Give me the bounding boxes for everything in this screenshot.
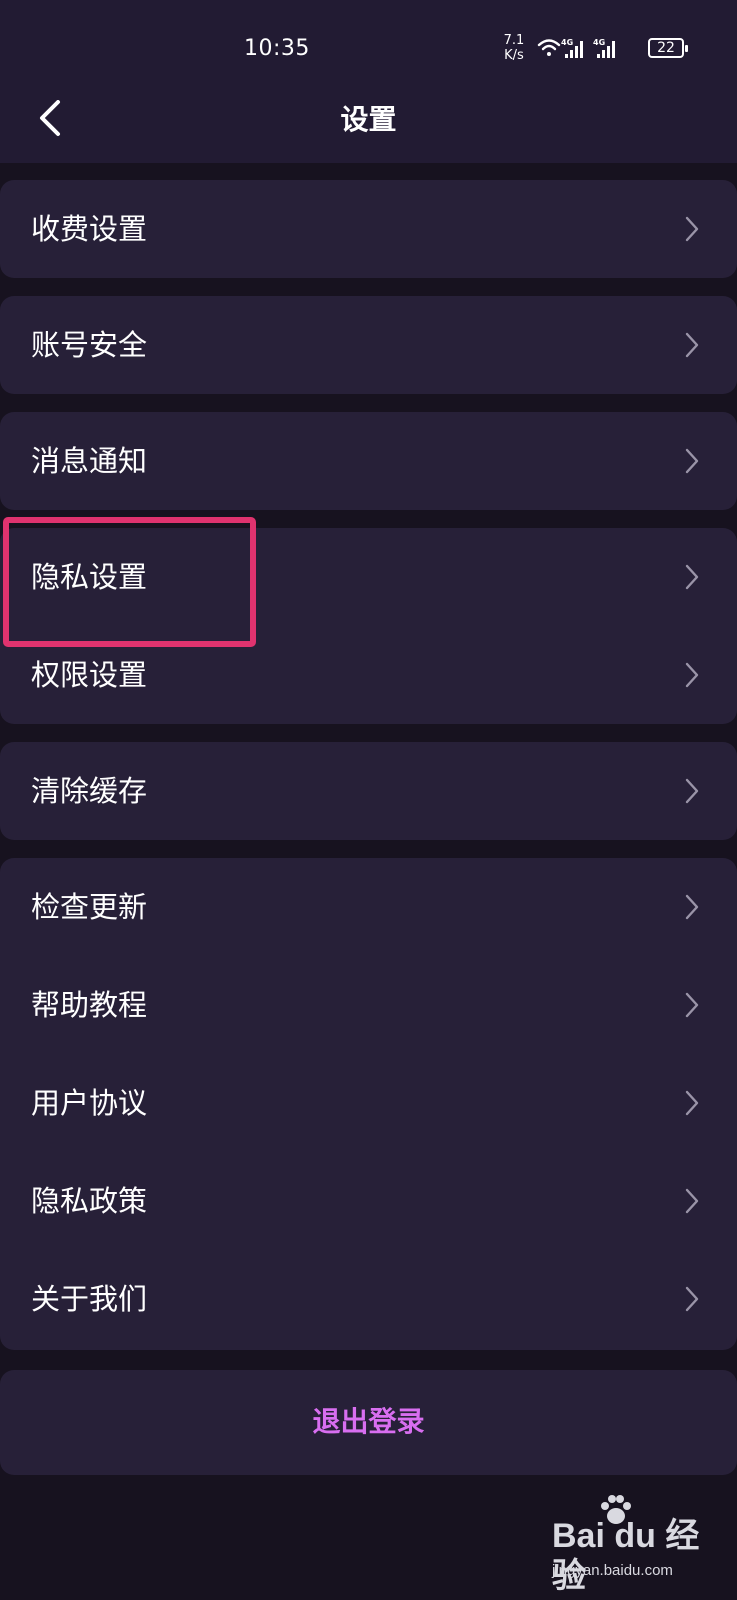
settings-item-fee[interactable]: 收费设置: [0, 180, 737, 280]
chevron-right-icon: [685, 894, 699, 920]
settings-item-privacy-policy[interactable]: 隐私政策: [0, 1152, 737, 1250]
settings-item-check-update[interactable]: 检查更新: [0, 858, 737, 956]
status-bar: 10:35 7.1 K/s 4G 4G 22: [0, 0, 737, 100]
settings-item-privacy-settings[interactable]: 隐私设置: [0, 528, 737, 626]
nav-bar: 设置: [0, 100, 737, 163]
logout-label: 退出登录: [312, 1405, 425, 1438]
network-speed-value: 7.1: [503, 33, 525, 48]
settings-item-label: 权限设置: [31, 658, 148, 692]
signal-icon-1: 4G: [561, 38, 583, 58]
network-speed-unit: K/s: [504, 48, 524, 63]
settings-item-label: 消息通知: [31, 444, 148, 478]
wifi-icon: [537, 39, 561, 56]
baidu-jingyan-watermark: Bai du 经验 jingyan.baidu.com: [548, 1486, 718, 1595]
settings-item-about-us[interactable]: 关于我们: [0, 1250, 737, 1348]
chevron-right-icon: [685, 1090, 699, 1116]
settings-item-label: 账号安全: [31, 328, 148, 362]
chevron-right-icon: [685, 662, 699, 688]
network-speed: 7.1 K/s: [500, 33, 528, 63]
chevron-right-icon: [685, 1286, 699, 1312]
settings-item-clear-cache[interactable]: 清除缓存: [0, 742, 737, 842]
page-title: 设置: [340, 103, 397, 136]
settings-card-account: 账号安全: [0, 296, 737, 394]
chevron-right-icon: [685, 1188, 699, 1214]
settings-item-account-security[interactable]: 账号安全: [0, 296, 737, 396]
settings-item-help-tutorial[interactable]: 帮助教程: [0, 956, 737, 1054]
settings-item-label: 检查更新: [31, 890, 148, 924]
logout-button[interactable]: 退出登录: [0, 1370, 737, 1475]
settings-item-permissions[interactable]: 权限设置: [0, 626, 737, 724]
chevron-right-icon: [685, 778, 699, 804]
signal-2-label: 4G: [593, 38, 605, 47]
settings-item-label: 收费设置: [31, 212, 148, 246]
settings-item-label: 清除缓存: [31, 774, 148, 808]
settings-card-about: 检查更新 帮助教程 用户协议 隐私政策 关于我们: [0, 858, 737, 1350]
settings-item-label: 帮助教程: [31, 988, 148, 1022]
settings-card-notifications: 消息通知: [0, 412, 737, 510]
battery-level: 22: [657, 40, 675, 56]
watermark-logo-text: Bai du 经验: [552, 1517, 700, 1595]
signal-1-label: 4G: [561, 38, 573, 47]
chevron-right-icon: [685, 992, 699, 1018]
status-icons: 4G 4G: [537, 38, 615, 58]
chevron-right-icon: [685, 448, 699, 474]
settings-item-label: 隐私政策: [31, 1184, 148, 1218]
signal-icon-2: 4G: [593, 38, 615, 58]
chevron-right-icon: [685, 216, 699, 242]
settings-item-label: 用户协议: [31, 1086, 148, 1120]
settings-card-fee: 收费设置: [0, 180, 737, 278]
settings-item-user-agreement[interactable]: 用户协议: [0, 1054, 737, 1152]
settings-item-label: 关于我们: [31, 1282, 148, 1316]
chevron-right-icon: [685, 332, 699, 358]
watermark-site: jingyan.baidu.com: [552, 1562, 673, 1579]
settings-card-cache: 清除缓存: [0, 742, 737, 840]
chevron-right-icon: [685, 564, 699, 590]
settings-item-notifications[interactable]: 消息通知: [0, 412, 737, 512]
battery-icon: 22: [648, 38, 688, 58]
settings-card-privacy: 隐私设置 权限设置: [0, 528, 737, 724]
status-time: 10:35: [244, 36, 310, 61]
settings-item-label: 隐私设置: [31, 560, 148, 594]
